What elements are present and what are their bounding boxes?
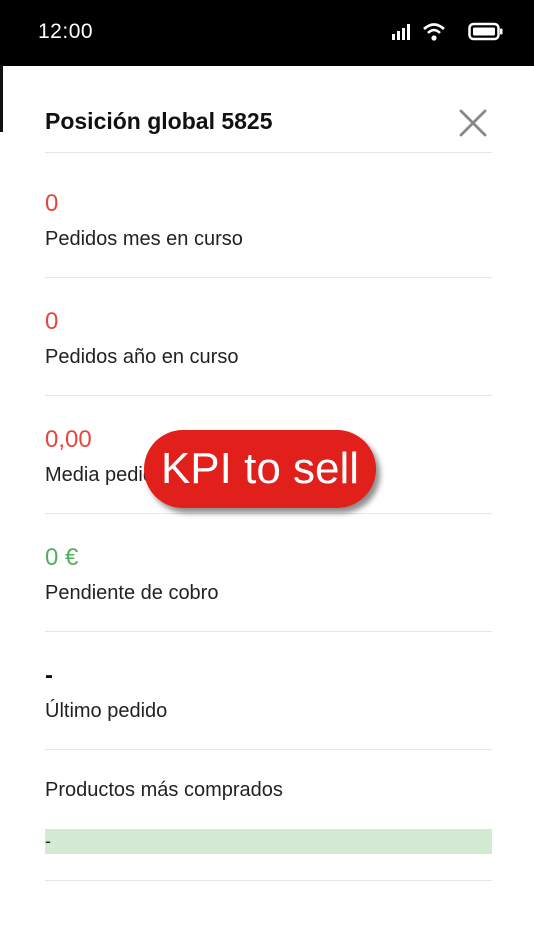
kpi-callout-banner: KPI to sell [144,430,376,508]
close-button[interactable] [456,106,490,140]
kpi-value-orders-year: 0 [45,308,59,335]
status-time: 12:00 [38,20,94,43]
panel-title: Posición global 5825 [45,108,273,134]
kpi-label-pending-collection: Pendiente de cobro [45,582,219,604]
product-row: - [45,829,492,854]
kpi-value-pending-collection: 0 € [45,544,79,571]
divider [45,880,492,881]
edge-line [0,66,3,132]
products-heading: Productos más comprados [45,779,283,801]
signal-icon [392,24,410,40]
divider [45,631,492,632]
divider [45,513,492,514]
wifi-icon [423,23,445,41]
kpi-value-last-order: - [45,662,53,689]
kpi-label-orders-year: Pedidos año en curso [45,346,239,368]
kpi-label-orders-month: Pedidos mes en curso [45,228,243,250]
battery-icon [468,22,503,41]
kpi-value-orders-month: 0 [45,190,59,217]
divider [45,152,492,153]
close-icon [459,109,487,137]
kpi-value-average-order: 0,00 [45,426,92,453]
divider [45,277,492,278]
status-bar: 12:00 [0,0,534,66]
divider [45,395,492,396]
divider [45,749,492,750]
kpi-label-last-order: Último pedido [45,700,168,722]
